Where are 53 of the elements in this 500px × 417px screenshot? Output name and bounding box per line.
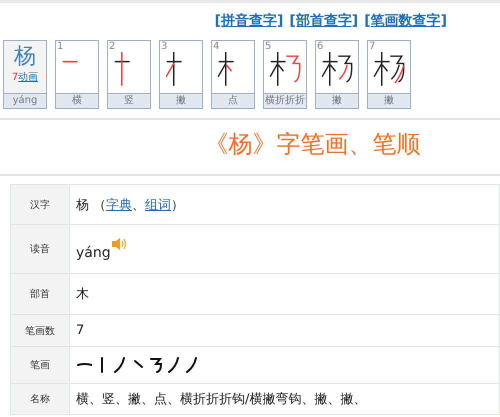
separator: 、 [132,198,145,212]
stroke-count: 7 [12,72,18,83]
dictionary-link[interactable]: 组词 [145,198,171,212]
pinyin-label: yáng [4,93,46,108]
speaker-icon[interactable] [110,237,127,251]
step-number: 1 [57,41,64,53]
stroke-name: 撇 [160,93,202,108]
stroke-name: 点 [212,93,254,108]
stroke-step-drawing [374,52,404,86]
step-number: 4 [213,41,220,53]
stroke-name: 撇 [368,93,410,108]
stroke-name: 竖 [108,93,150,108]
pinyin: yáng [76,245,111,261]
stroke-step-drawing [322,52,352,86]
stroke-shape-icon [134,360,143,368]
field-label: 部首 [10,274,70,314]
parenthesis: ） [171,198,184,212]
stroke-step-drawing [218,52,234,86]
lookup-link[interactable]: [笔画数查字] [364,12,447,32]
page-title: 《杨》字笔画、笔顺 [204,129,422,160]
field-label: 读音 [10,224,70,274]
stroke-shape-icon [114,357,125,373]
animation-link[interactable]: 动画 [18,70,38,84]
lookup-link[interactable]: [部首查字] [289,12,358,32]
stroke-step-drawing [62,60,78,62]
stroke-shape-icon [150,358,162,373]
field-label: 名称 [10,384,70,414]
dictionary-link[interactable]: 字典 [106,198,132,212]
character: 杨 [14,44,36,70]
field-label: 汉字 [10,184,70,224]
step-number: 3 [161,41,168,53]
field-value: 杨 [76,198,89,212]
stroke-step-drawing [270,52,300,86]
stroke-shape-icon [77,363,92,366]
step-number: 2 [109,41,116,53]
stroke-shape-icon [101,357,103,373]
parenthesis: （ [93,198,106,212]
field-label: 笔画数 [10,314,70,346]
stroke-step-drawing [114,52,130,86]
field-value: 横、竖、撇、点、横折折折钩/横撇弯钩、撇、撇、 [76,392,366,407]
field-value: 7 [76,323,84,338]
step-number: 7 [369,41,376,53]
stroke-name: 横折折折 [264,93,306,108]
stroke-name: 撇 [316,93,358,108]
stroke-name: 横 [56,93,98,108]
stroke-shape-icon [186,357,197,373]
field-label: 笔画 [10,346,70,384]
lookup-link[interactable]: [拼音查字] [214,12,284,32]
stroke-step-drawing [166,52,182,86]
stroke-shape-icon [168,357,179,373]
step-number: 6 [317,41,324,53]
field-value: 木 [76,287,89,302]
step-number: 5 [265,41,272,53]
